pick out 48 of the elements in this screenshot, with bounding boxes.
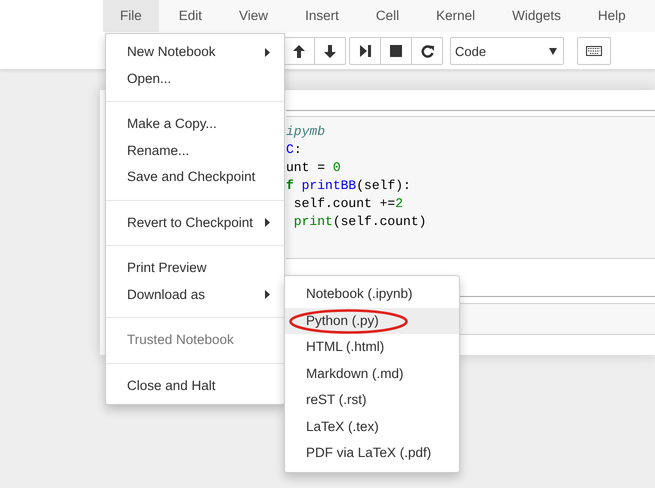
toolbar-button[interactable]: [411, 37, 443, 65]
menu-option[interactable]: Notebook (.ipynb): [285, 281, 459, 308]
menu-option[interactable]: Save and Checkpoint: [106, 164, 284, 190]
toolbar-button[interactable]: [314, 37, 346, 65]
menu-option[interactable]: Python (.py): [285, 308, 459, 334]
dropdown-caret-icon: [549, 48, 557, 54]
keyboard-icon: [586, 46, 602, 56]
refresh-icon: [420, 44, 434, 58]
submenu-arrow-icon: [265, 218, 270, 228]
arrow-up-icon: [293, 44, 305, 58]
menu-item[interactable]: Insert: [288, 0, 356, 32]
code-line: C:: [286, 141, 303, 159]
menu-option[interactable]: PDF via LaTeX (.pdf): [285, 440, 459, 466]
menu-item[interactable]: Widgets: [495, 0, 578, 32]
code-cell[interactable]: ipymb C: unt = 0 f printBB(self): self.count +=2 print(self.count): [286, 116, 655, 259]
code-line: f printBB(self):: [286, 177, 412, 195]
toolbar-button[interactable]: [349, 37, 381, 65]
toolbar-button[interactable]: [283, 37, 315, 65]
menu-option[interactable]: Rename...: [106, 138, 284, 164]
menu-option[interactable]: Open...: [106, 66, 284, 92]
menu-option[interactable]: HTML (.html): [285, 334, 459, 360]
menu-option[interactable]: Download as: [106, 282, 284, 308]
menu-item[interactable]: Cell: [358, 0, 416, 32]
step-forward-icon: [360, 45, 370, 57]
menu-option[interactable]: Close and Halt: [106, 372, 284, 399]
menu-option[interactable]: Print Preview: [106, 255, 284, 282]
menu-option[interactable]: Make a Copy...: [106, 111, 284, 138]
submenu-arrow-icon: [265, 290, 270, 300]
menu-item[interactable]: Kernel: [419, 0, 492, 32]
submenu-arrow-icon: [265, 48, 270, 57]
arrow-down-icon: [324, 44, 336, 58]
menu-item[interactable]: File: [103, 0, 159, 32]
stop-icon: [390, 45, 402, 57]
code-line: print(self.count): [292, 213, 428, 231]
menu-option[interactable]: New Notebook: [106, 39, 284, 66]
code-line: ipymb: [286, 123, 326, 141]
menu-option[interactable]: Markdown (.md): [285, 360, 459, 387]
code-line: unt = 0: [286, 159, 342, 177]
menu-item[interactable]: View: [222, 0, 286, 32]
toolbar-button[interactable]: [380, 37, 412, 65]
toolbar-button[interactable]: [577, 37, 611, 65]
cell-type-dropdown[interactable]: Code: [450, 37, 564, 65]
code-line: self.count +=2: [292, 195, 404, 213]
menu-option[interactable]: LaTeX (.tex): [285, 414, 459, 440]
menu-option[interactable]: Revert to Checkpoint: [106, 210, 284, 236]
menu-item[interactable]: Edit: [162, 0, 220, 32]
menu-option[interactable]: reST (.rst): [285, 387, 459, 414]
menu-item[interactable]: Help: [580, 0, 643, 32]
